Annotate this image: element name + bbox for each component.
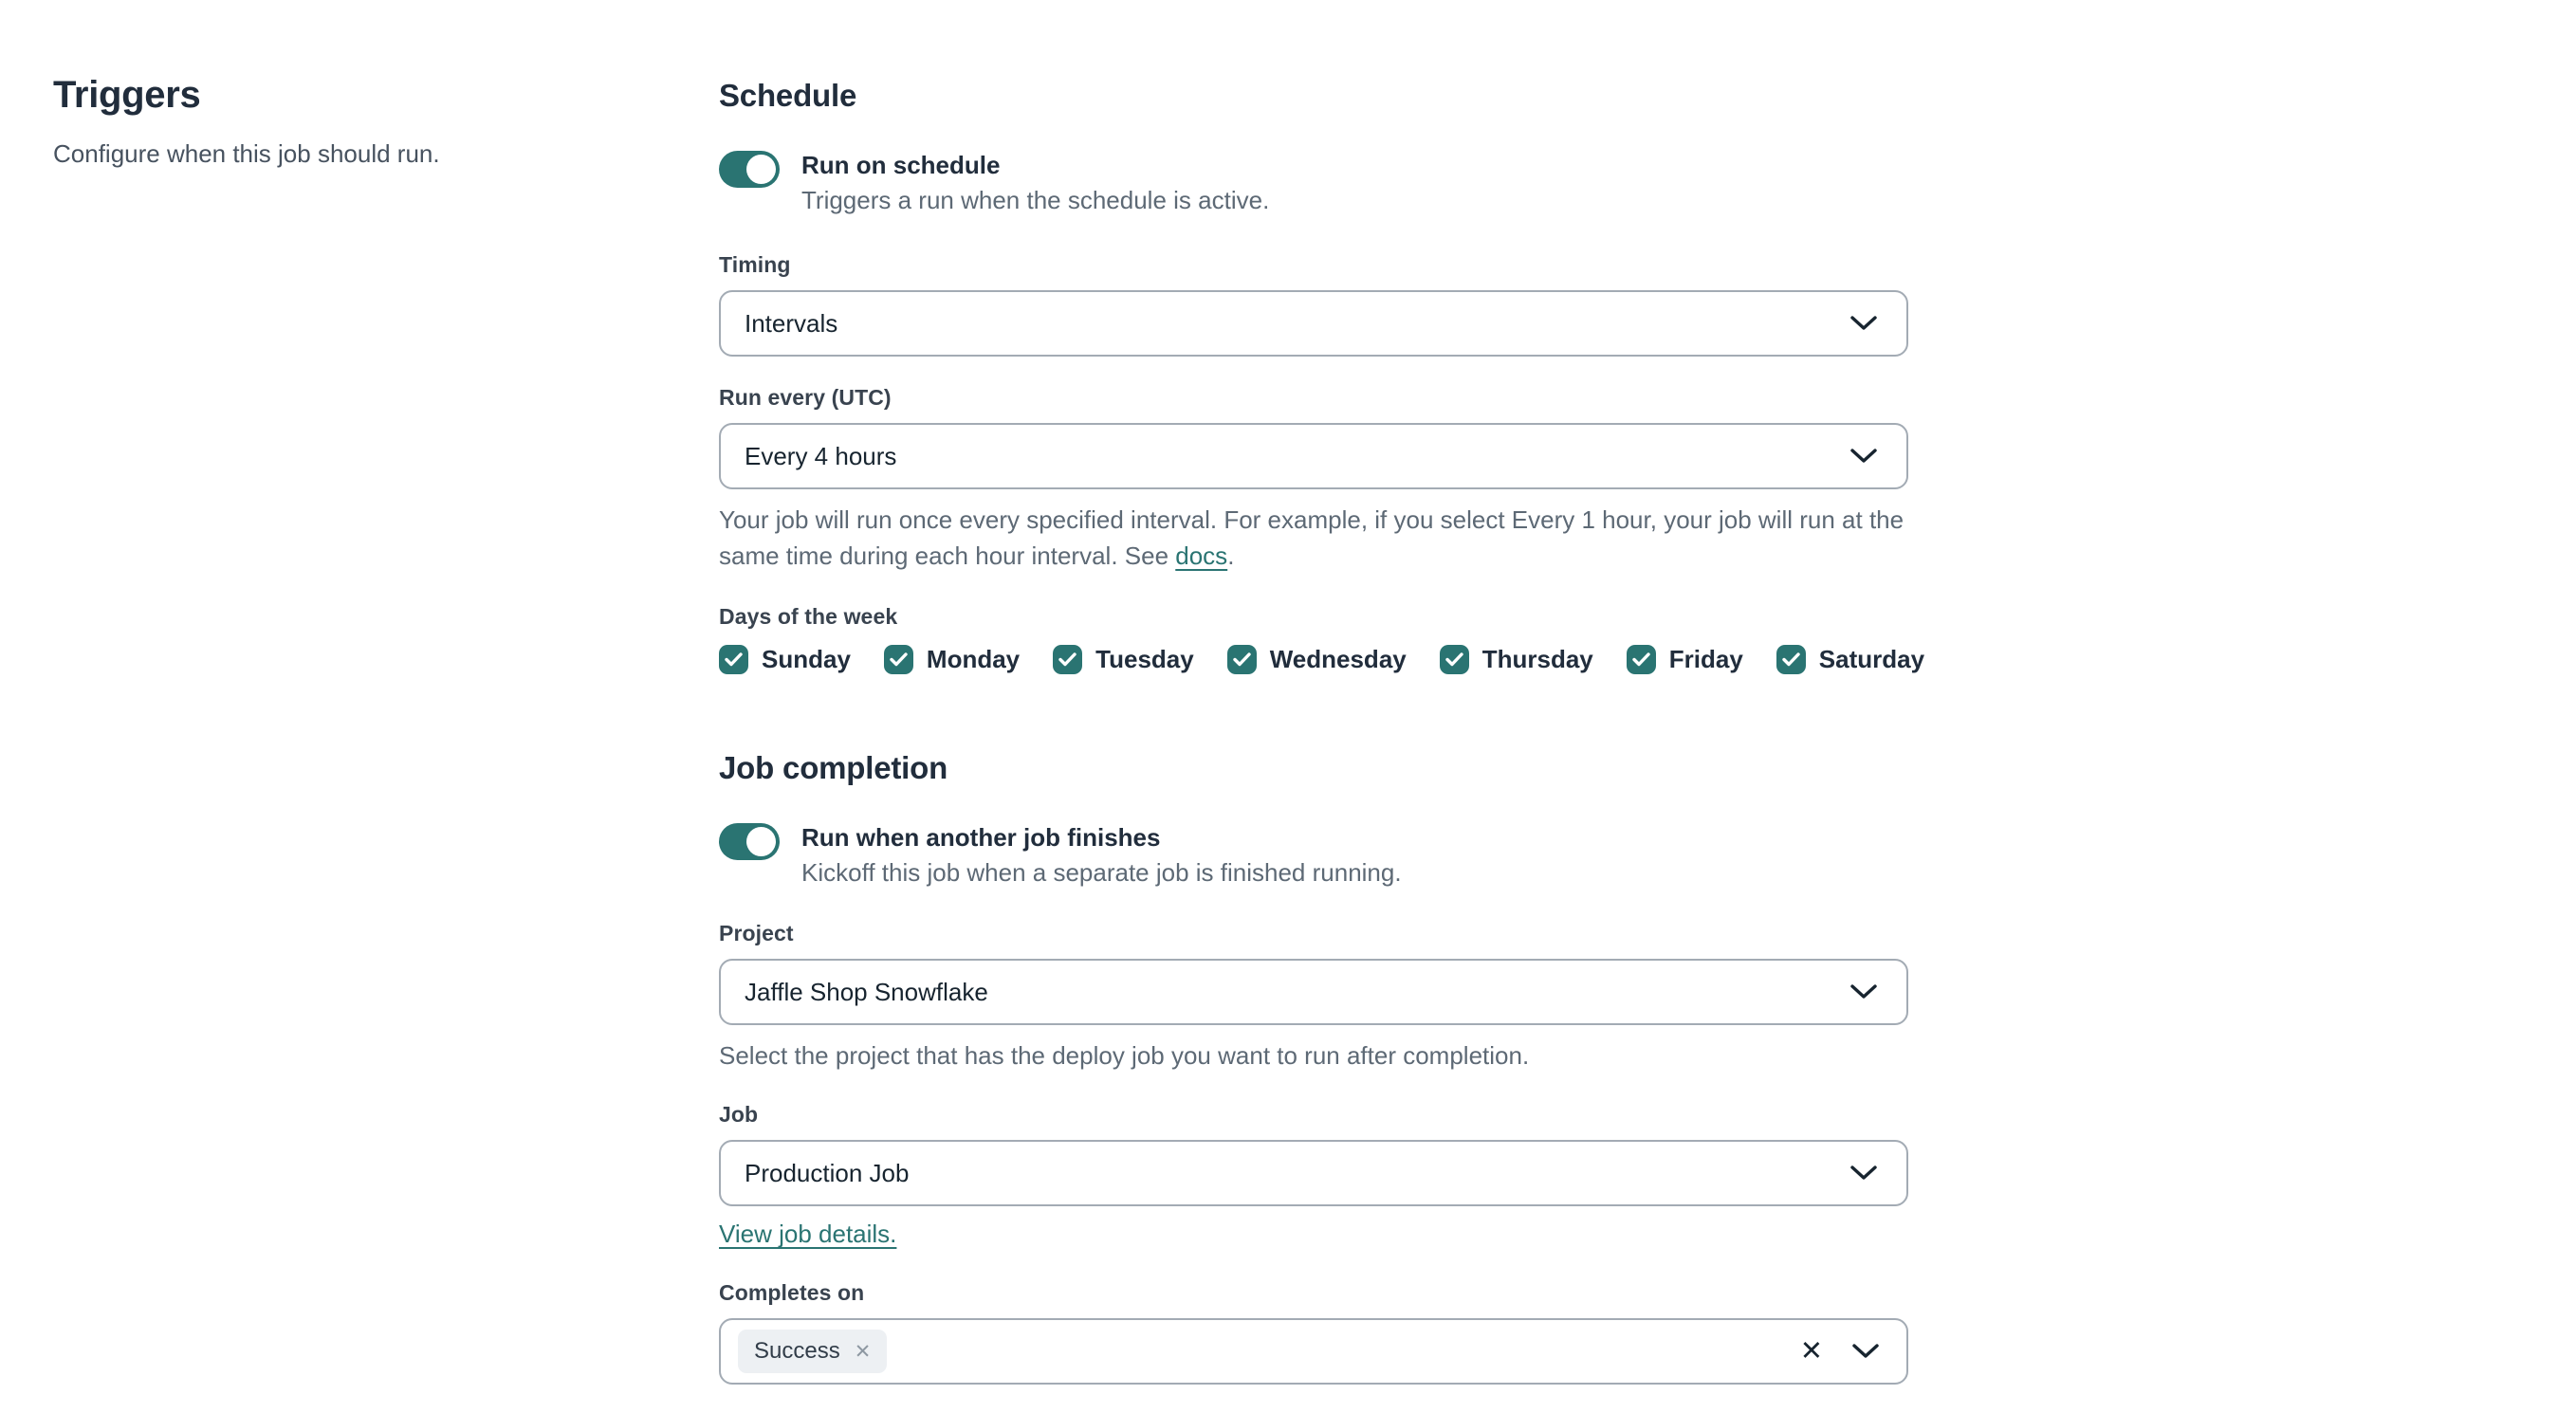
job-field: Job Production Job bbox=[719, 1102, 1908, 1206]
checkbox-checked-icon bbox=[1439, 645, 1469, 674]
project-select[interactable]: Jaffle Shop Snowflake bbox=[719, 959, 1908, 1025]
day-label: Friday bbox=[1668, 645, 1743, 673]
day-label: Monday bbox=[926, 645, 1021, 673]
toggle-knob bbox=[746, 827, 776, 856]
day-checkbox-monday[interactable]: Monday bbox=[883, 645, 1021, 674]
toggle-knob bbox=[746, 155, 776, 184]
day-checkbox-thursday[interactable]: Thursday bbox=[1439, 645, 1593, 674]
job-select[interactable]: Production Job bbox=[719, 1140, 1908, 1206]
checkbox-checked-icon bbox=[1626, 645, 1656, 674]
docs-link[interactable]: docs bbox=[1175, 541, 1227, 570]
run-on-schedule-toggle[interactable] bbox=[719, 151, 780, 188]
completes-on-select[interactable]: Success ✕ ✕ bbox=[719, 1318, 1908, 1385]
tag-label: Success bbox=[754, 1338, 840, 1364]
triggers-intro-panel: Triggers Configure when this job should … bbox=[53, 74, 651, 170]
job-value: Production Job bbox=[745, 1158, 910, 1187]
run-every-field: Run every (UTC) Every 4 hours Your job w… bbox=[719, 385, 1924, 674]
days-of-week-label: Days of the week bbox=[719, 604, 898, 629]
triggers-form: Schedule Run on schedule Triggers a run … bbox=[719, 78, 1924, 1413]
schedule-section: Schedule Run on schedule Triggers a run … bbox=[719, 78, 1924, 674]
schedule-heading: Schedule bbox=[719, 78, 857, 113]
run-every-label: Run every (UTC) bbox=[719, 385, 892, 410]
run-when-job-finishes-toggle[interactable] bbox=[719, 823, 780, 860]
day-label: Thursday bbox=[1481, 645, 1593, 673]
checkbox-checked-icon bbox=[719, 645, 748, 674]
day-label: Sunday bbox=[762, 645, 851, 673]
run-every-select[interactable]: Every 4 hours bbox=[719, 423, 1908, 489]
page-title: Triggers bbox=[53, 74, 201, 116]
day-checkbox-friday[interactable]: Friday bbox=[1626, 645, 1743, 674]
help-text: Your job will run once every specified i… bbox=[719, 505, 1904, 570]
checkbox-checked-icon bbox=[1776, 645, 1806, 674]
job-completion-section: Job completion Run when another job fini… bbox=[719, 750, 1908, 1385]
day-checkbox-tuesday[interactable]: Tuesday bbox=[1053, 645, 1194, 674]
day-checkbox-wednesday[interactable]: Wednesday bbox=[1226, 645, 1407, 674]
job-completion-heading: Job completion bbox=[719, 750, 948, 785]
run-on-schedule-row: Run on schedule Triggers a run when the … bbox=[719, 148, 1908, 218]
chevron-down-icon bbox=[1850, 316, 1877, 330]
project-value: Jaffle Shop Snowflake bbox=[745, 977, 988, 1006]
run-when-job-finishes-label: Run when another job finishes bbox=[801, 823, 1161, 852]
page-subtitle: Configure when this job should run. bbox=[53, 139, 440, 168]
day-checkbox-saturday[interactable]: Saturday bbox=[1776, 645, 1924, 674]
days-of-week-row: Sunday Monday Tuesday Wednesday Thursday… bbox=[719, 645, 1924, 674]
day-label: Saturday bbox=[1818, 645, 1925, 673]
run-when-job-finishes-description: Kickoff this job when a separate job is … bbox=[801, 858, 1402, 887]
days-of-week-group: Days of the week Sunday Monday Tuesday W… bbox=[719, 604, 1924, 674]
project-field: Project Jaffle Shop Snowflake Select the… bbox=[719, 921, 1908, 1074]
day-checkbox-sunday[interactable]: Sunday bbox=[719, 645, 851, 674]
clear-all-icon[interactable]: ✕ bbox=[1800, 1337, 1823, 1366]
timing-field: Timing Intervals bbox=[719, 252, 1908, 357]
day-label: Tuesday bbox=[1095, 645, 1194, 673]
completes-on-label: Completes on bbox=[719, 1280, 865, 1305]
day-label: Wednesday bbox=[1269, 645, 1407, 673]
chevron-down-icon bbox=[1850, 449, 1877, 463]
remove-tag-icon[interactable]: ✕ bbox=[855, 1342, 872, 1362]
checkbox-checked-icon bbox=[1053, 645, 1083, 674]
chevron-down-icon bbox=[1850, 984, 1877, 999]
project-label: Project bbox=[719, 921, 794, 945]
chevron-down-icon bbox=[1850, 1165, 1877, 1180]
checkbox-checked-icon bbox=[883, 645, 913, 674]
timing-label: Timing bbox=[719, 252, 791, 277]
run-when-job-finishes-text: Run when another job finishes Kickoff th… bbox=[801, 820, 1402, 890]
run-every-help: Your job will run once every specified i… bbox=[719, 502, 1908, 574]
timing-select[interactable]: Intervals bbox=[719, 290, 1908, 357]
job-label: Job bbox=[719, 1102, 759, 1127]
view-job-details-link[interactable]: View job details. bbox=[719, 1220, 896, 1249]
chevron-down-icon[interactable] bbox=[1851, 1343, 1880, 1360]
run-on-schedule-text: Run on schedule Triggers a run when the … bbox=[801, 148, 1269, 218]
run-on-schedule-description: Triggers a run when the schedule is acti… bbox=[801, 186, 1270, 214]
timing-value: Intervals bbox=[745, 308, 838, 338]
checkbox-checked-icon bbox=[1226, 645, 1257, 674]
completes-on-tag-success: Success ✕ bbox=[738, 1330, 888, 1373]
completes-on-field: Completes on Success ✕ ✕ bbox=[719, 1280, 1908, 1385]
run-every-value: Every 4 hours bbox=[745, 441, 897, 470]
project-help: Select the project that has the deploy j… bbox=[719, 1041, 1530, 1070]
run-when-job-finishes-row: Run when another job finishes Kickoff th… bbox=[719, 820, 1908, 890]
help-text-suffix: . bbox=[1227, 541, 1235, 570]
run-on-schedule-label: Run on schedule bbox=[801, 151, 1001, 179]
multiselect-controls: ✕ bbox=[1800, 1337, 1880, 1366]
